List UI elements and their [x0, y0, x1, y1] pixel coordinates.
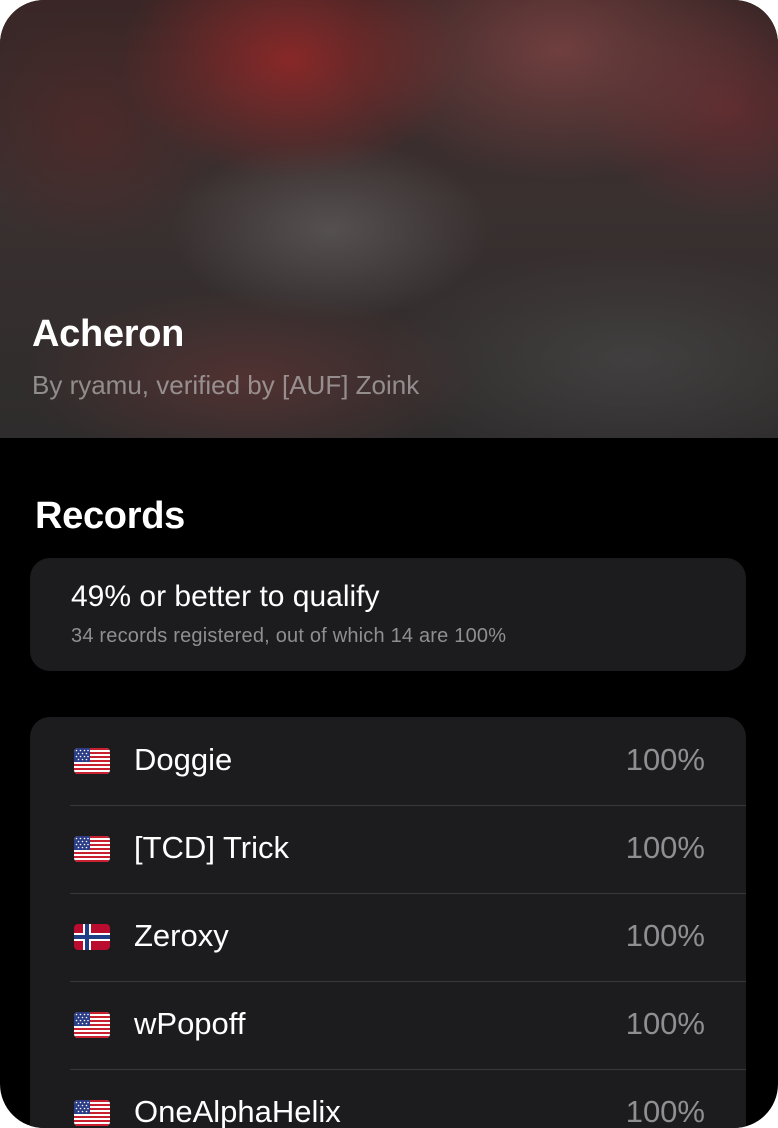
record-percentage: 100% [625, 1006, 705, 1041]
record-row[interactable]: Doggie 100% [30, 717, 746, 805]
record-row[interactable]: OneAlphaHelix 100% [30, 1069, 746, 1128]
record-player-name: [TCD] Trick [134, 830, 289, 865]
record-percentage: 100% [625, 918, 705, 953]
screen: Acheron By ryamu, verified by [AUF] Zoin… [0, 0, 778, 1128]
record-row[interactable]: Zeroxy 100% [30, 893, 746, 981]
norway-flag-icon [74, 924, 110, 950]
record-row[interactable]: [TCD] Trick 100% [30, 805, 746, 893]
records-summary: 34 records registered, out of which 14 a… [71, 625, 507, 647]
qualify-requirement: 49% or better to qualify [71, 580, 380, 613]
us-flag-icon [74, 836, 110, 862]
us-flag-icon [74, 1012, 110, 1038]
level-credits: By ryamu, verified by [AUF] Zoink [32, 370, 420, 400]
level-title: Acheron [32, 313, 185, 355]
record-percentage: 100% [625, 1094, 705, 1128]
record-player-name: Zeroxy [134, 918, 229, 953]
us-flag-icon [74, 1100, 110, 1126]
records-heading: Records [35, 495, 185, 537]
level-header: Acheron By ryamu, verified by [AUF] Zoin… [0, 0, 778, 438]
record-percentage: 100% [625, 830, 705, 865]
record-player-name: OneAlphaHelix [134, 1094, 341, 1128]
record-percentage: 100% [625, 742, 705, 777]
record-player-name: Doggie [134, 742, 233, 777]
record-player-name: wPopoff [134, 1006, 246, 1041]
us-flag-icon [74, 748, 110, 774]
records-list: Doggie 100% [TCD] Trick 100% Zeroxy 100%… [30, 717, 746, 1128]
record-row[interactable]: wPopoff 100% [30, 981, 746, 1069]
qualify-info-card: 49% or better to qualify 34 records regi… [30, 558, 746, 671]
